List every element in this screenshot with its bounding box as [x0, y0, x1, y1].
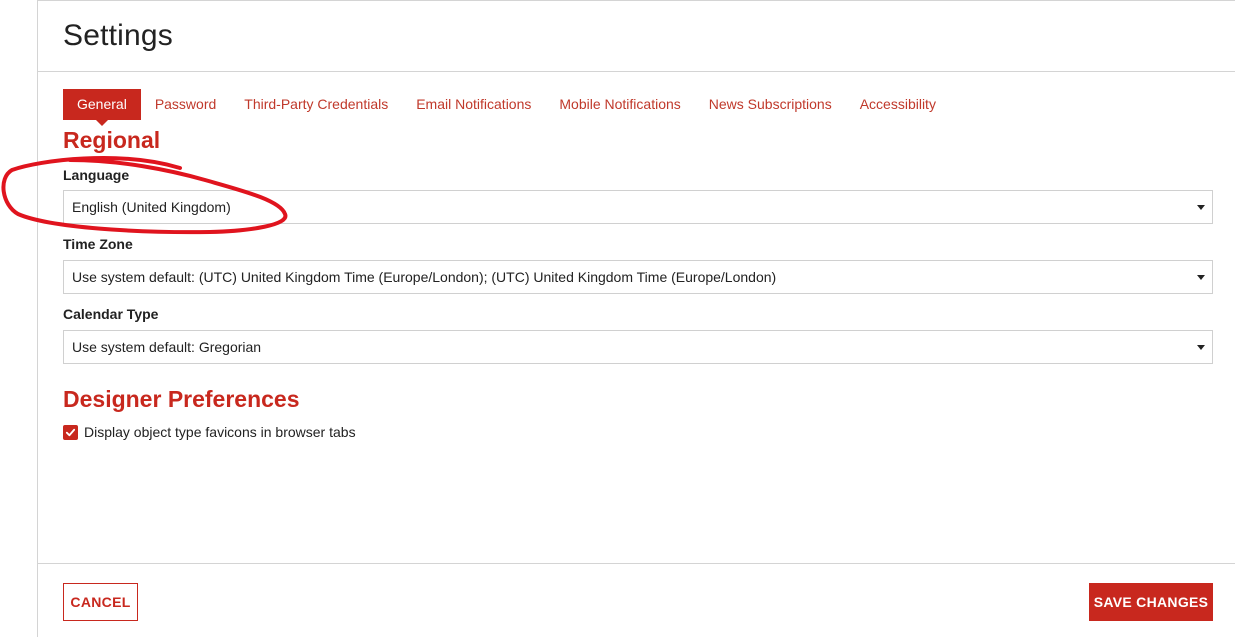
cancel-button[interactable]: CANCEL: [63, 583, 138, 621]
language-value: English (United Kingdom): [72, 199, 231, 215]
favicons-checkbox[interactable]: [63, 424, 78, 440]
tab-accessibility[interactable]: Accessibility: [846, 89, 950, 120]
regional-heading: Regional: [63, 127, 161, 153]
calendar-type-label: Calendar Type: [63, 306, 159, 322]
caret-down-icon: [1197, 205, 1205, 210]
page-title: Settings: [63, 19, 173, 52]
tab-mobile-notifications[interactable]: Mobile Notifications: [545, 89, 694, 120]
time-zone-value: Use system default: (UTC) United Kingdom…: [72, 269, 777, 285]
tab-third-party-credentials[interactable]: Third-Party Credentials: [230, 89, 402, 120]
calendar-type-value: Use system default: Gregorian: [72, 339, 262, 355]
language-select[interactable]: English (United Kingdom): [63, 190, 1213, 224]
caret-down-icon: [1197, 345, 1205, 350]
tab-password[interactable]: Password: [141, 89, 230, 120]
designer-preferences-heading: Designer Preferences: [63, 386, 300, 412]
time-zone-select[interactable]: Use system default: (UTC) United Kingdom…: [63, 260, 1213, 294]
tab-email-notifications[interactable]: Email Notifications: [402, 89, 545, 120]
favicons-label: Display object type favicons in browser …: [84, 424, 356, 440]
save-changes-button[interactable]: SAVE CHANGES: [1089, 583, 1213, 621]
header-divider: [38, 71, 1235, 72]
checkmark-icon: [65, 428, 76, 436]
tab-news-subscriptions[interactable]: News Subscriptions: [695, 89, 846, 120]
settings-panel: Settings General Password Third-Party Cr…: [37, 0, 1235, 637]
caret-down-icon: [1197, 275, 1205, 280]
footer-divider: [38, 563, 1235, 564]
tab-general[interactable]: General: [63, 89, 141, 126]
language-label: Language: [63, 167, 130, 183]
time-zone-label: Time Zone: [63, 236, 133, 252]
calendar-type-select[interactable]: Use system default: Gregorian: [63, 330, 1213, 364]
settings-tabs: General Password Third-Party Credentials…: [63, 89, 950, 126]
favicons-option: Display object type favicons in browser …: [63, 424, 356, 440]
